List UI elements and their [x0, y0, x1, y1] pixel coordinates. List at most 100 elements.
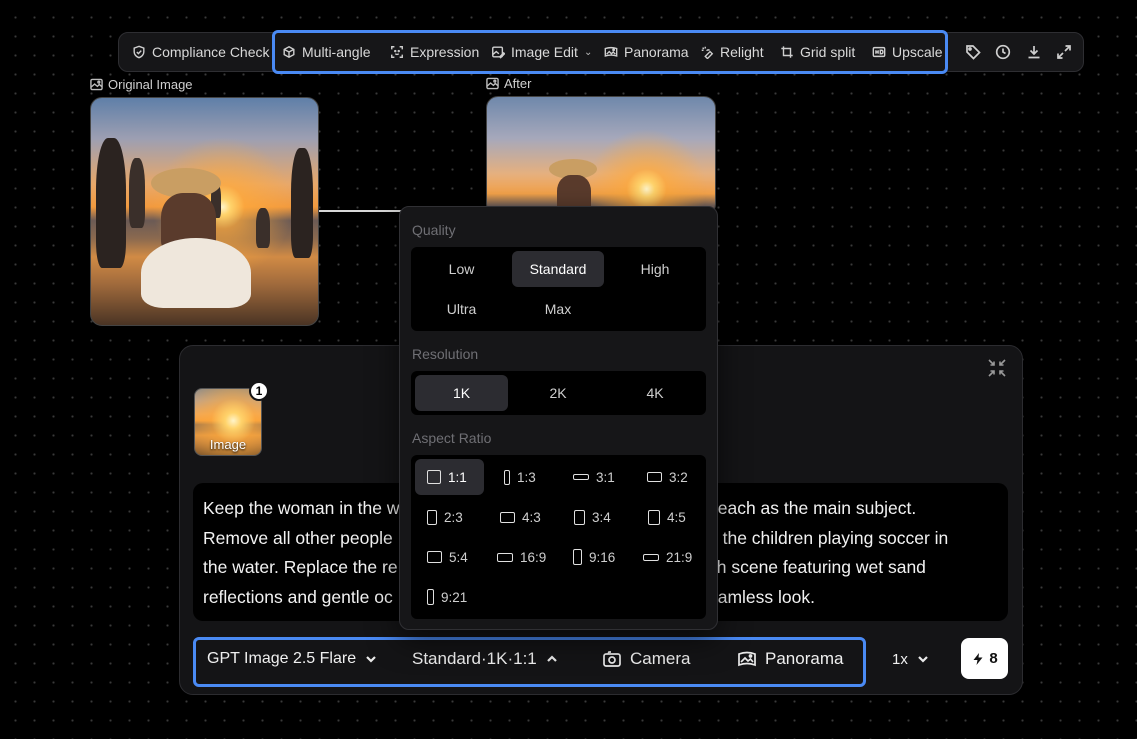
ultrawide-rectangle-icon: [643, 553, 659, 561]
aspect-option-1-1[interactable]: 1:1: [415, 459, 484, 495]
relight-label: Relight: [720, 44, 764, 60]
tall-rectangle-icon: [504, 469, 510, 485]
chevron-down-icon: [918, 656, 928, 663]
panorama-tool-button[interactable]: Panorama: [604, 33, 689, 71]
top-toolbar: Compliance Check Multi-angle Expression …: [118, 32, 1084, 72]
aspect-option-2-3[interactable]: 2:3: [415, 499, 484, 535]
chevron-up-icon: [546, 655, 557, 662]
panorama-label: Panorama: [765, 649, 844, 668]
generation-settings-popover: Quality Low Standard High Ultra Max Reso…: [399, 206, 718, 630]
settings-summary-label: Standard·1K·1:1: [412, 649, 537, 668]
camera-icon: [603, 651, 621, 667]
landscape-rectangle-icon: [500, 511, 515, 523]
quality-option-high[interactable]: High: [608, 251, 702, 287]
landscape-rectangle-icon: [427, 551, 442, 563]
prompt-line-2b: d the children playing soccer in: [708, 527, 949, 548]
multiplier-label: 1x: [892, 650, 908, 668]
quality-option-ultra[interactable]: Ultra: [415, 291, 508, 327]
prompt-line-1b: beach as the main subject.: [708, 498, 917, 518]
relight-icon: [701, 46, 714, 59]
quality-option-low[interactable]: Low: [415, 251, 508, 287]
collapse-icon[interactable]: [987, 358, 1009, 380]
resolution-option-2k[interactable]: 2K: [512, 375, 604, 411]
hd-icon: [872, 46, 886, 58]
camera-button[interactable]: Camera: [602, 644, 690, 674]
image-edit-icon: [492, 46, 505, 59]
quality-title: Quality: [412, 222, 456, 238]
aspect-option-9-21[interactable]: 9:21: [415, 579, 484, 615]
aspect-ratio-title: Aspect Ratio: [412, 430, 492, 446]
multi-angle-label: Multi-angle: [302, 44, 371, 60]
resolution-option-1k[interactable]: 1K: [415, 375, 508, 411]
cube-icon: [283, 45, 295, 59]
aspect-option-1-3[interactable]: 1:3: [492, 459, 561, 495]
image-icon: [486, 77, 499, 90]
after-image[interactable]: [486, 96, 716, 216]
widescreen-rectangle-icon: [497, 552, 513, 562]
aspect-option-4-3[interactable]: 4:3: [488, 499, 557, 535]
quality-options: Low Standard High Ultra Max: [411, 247, 706, 331]
image-edit-dropdown[interactable]: Image Edit ⌄: [491, 33, 592, 71]
aspect-option-16-9[interactable]: 16:9: [485, 539, 557, 575]
aspect-option-9-16[interactable]: 9:16: [561, 539, 633, 575]
chevron-down-icon: [366, 656, 376, 663]
panorama-button[interactable]: Panorama: [737, 644, 843, 674]
upscale-button[interactable]: Upscale: [872, 33, 943, 71]
model-label: GPT Image 2.5 Flare: [207, 650, 357, 667]
quality-option-standard[interactable]: Standard: [512, 251, 604, 287]
thumbnail-count-badge: 1: [249, 381, 269, 401]
panorama-icon: [604, 46, 618, 57]
crop-icon: [781, 46, 793, 58]
camera-label: Camera: [630, 649, 691, 668]
prompt-line-1a: Keep the woman in the w: [203, 498, 400, 518]
panorama-icon: [738, 651, 756, 667]
resolution-title: Resolution: [412, 346, 479, 362]
image-icon: [90, 78, 103, 91]
expression-button[interactable]: Expression: [390, 33, 479, 71]
image-edit-label: Image Edit: [511, 44, 578, 60]
prompt-line-4a: reflections and gentle oc: [203, 586, 393, 607]
relight-button[interactable]: Relight: [700, 33, 764, 71]
credits-count: 8: [989, 650, 998, 667]
aspect-ratio-options: 1:1 1:3 3:1 3:2 2:3 4:3 3:4 4:5 5:4 16:9…: [411, 455, 706, 619]
grid-split-label: Grid split: [800, 44, 856, 60]
aspect-option-21-9[interactable]: 21:9: [631, 539, 706, 575]
quality-option-max[interactable]: Max: [512, 291, 604, 327]
ultratall-rectangle-icon: [427, 589, 434, 605]
portrait-rectangle-icon: [574, 509, 585, 525]
generate-button[interactable]: 8: [961, 638, 1008, 679]
upscale-label: Upscale: [892, 44, 943, 60]
aspect-option-3-4[interactable]: 3:4: [562, 499, 631, 535]
resolution-options: 1K 2K 4K: [411, 371, 706, 415]
expression-label: Expression: [410, 44, 480, 60]
square-icon: [427, 470, 441, 484]
tag-icon[interactable]: [965, 44, 983, 62]
history-icon[interactable]: [995, 44, 1013, 62]
model-selector[interactable]: GPT Image 2.5 Flare: [207, 644, 378, 674]
multiplier-selector[interactable]: 1x: [892, 644, 930, 674]
portrait-rectangle-icon: [648, 509, 660, 525]
generation-settings-toggle[interactable]: Standard·1K·1:1: [412, 644, 559, 674]
compliance-check-button[interactable]: Compliance Check: [132, 33, 270, 71]
multi-angle-button[interactable]: Multi-angle: [282, 33, 370, 71]
original-image[interactable]: [90, 97, 319, 326]
landscape-rectangle-icon: [647, 472, 662, 482]
node-connector: [319, 210, 401, 212]
prompt-line-3b: ch scene featuring wet sand: [708, 557, 926, 577]
expand-icon[interactable]: [1056, 44, 1074, 62]
grid-split-button[interactable]: Grid split: [780, 33, 855, 71]
thumbnail-label: Image: [209, 437, 247, 452]
after-image-label: After: [486, 76, 531, 91]
aspect-option-3-2[interactable]: 3:2: [635, 459, 704, 495]
aspect-option-5-4[interactable]: 5:4: [415, 539, 484, 575]
resolution-option-4k[interactable]: 4K: [608, 375, 702, 411]
aspect-option-4-5[interactable]: 4:5: [636, 499, 705, 535]
portrait-rectangle-icon: [427, 509, 437, 525]
lightning-icon: [973, 652, 983, 665]
aspect-option-3-1[interactable]: 3:1: [561, 459, 630, 495]
prompt-line-3a: the water. Replace the re: [203, 557, 398, 577]
shield-check-icon: [133, 45, 145, 59]
compliance-check-label: Compliance Check: [152, 44, 270, 60]
prompt-line-2a: Remove all other people: [203, 527, 393, 548]
download-icon[interactable]: [1026, 44, 1044, 62]
